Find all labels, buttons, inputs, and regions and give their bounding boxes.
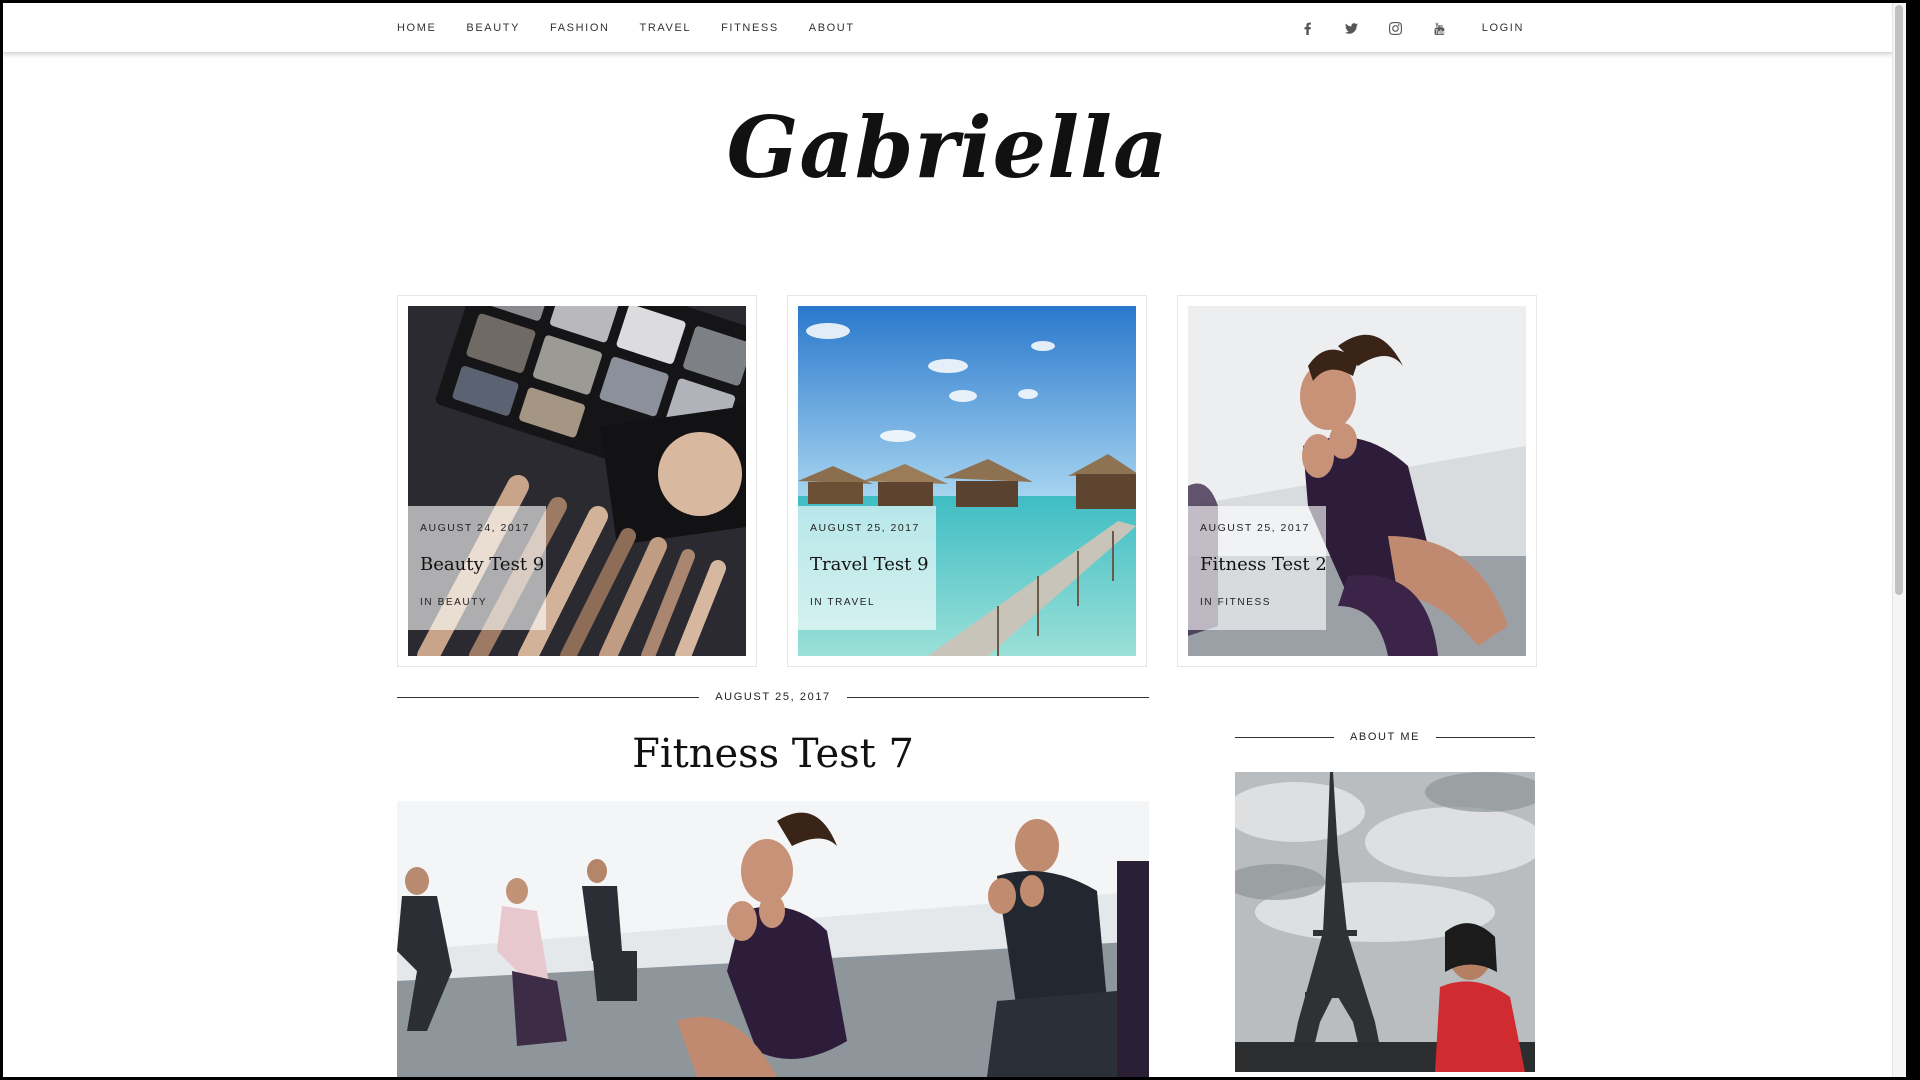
youtube-icon[interactable] — [1432, 20, 1448, 36]
featured-card-beauty[interactable]: AUGUST 24, 2017 Beauty Test 9 IN BEAUTY — [397, 295, 757, 667]
featured-card-travel[interactable]: AUGUST 25, 2017 Travel Test 9 IN TRAVEL — [787, 295, 1147, 667]
card-image: AUGUST 25, 2017 Fitness Test 2 IN FITNES… — [1188, 306, 1526, 656]
nav-about[interactable]: ABOUT — [809, 22, 855, 34]
post-date-divider: AUGUST 25, 2017 — [397, 689, 1150, 705]
facebook-icon[interactable] — [1300, 20, 1316, 36]
main-menu: HOME BEAUTY FASHION TRAVEL FITNESS ABOUT — [397, 3, 885, 53]
post-title[interactable]: Fitness Test 7 — [397, 731, 1149, 777]
about-me-title: ABOUT ME — [1349, 731, 1421, 743]
twitter-icon[interactable] — [1344, 20, 1360, 36]
post-date: AUGUST 25, 2017 — [715, 691, 831, 703]
scrollbar-thumb[interactable] — [1895, 5, 1903, 595]
card-image: AUGUST 25, 2017 Travel Test 9 IN TRAVEL — [798, 306, 1136, 656]
card-category[interactable]: IN FITNESS — [1200, 597, 1314, 608]
divider-line — [397, 696, 700, 698]
nav-fitness[interactable]: FITNESS — [721, 22, 779, 34]
nav-travel[interactable]: TRAVEL — [640, 22, 692, 34]
browser-viewport: HOME BEAUTY FASHION TRAVEL FITNESS ABOUT… — [3, 3, 1906, 1077]
nav-fashion[interactable]: FASHION — [550, 22, 610, 34]
card-category[interactable]: IN TRAVEL — [810, 597, 924, 608]
divider-line — [846, 696, 1150, 698]
card-caption: AUGUST 25, 2017 Fitness Test 2 IN FITNES… — [1188, 506, 1327, 630]
card-date: AUGUST 24, 2017 — [420, 522, 530, 534]
card-title[interactable]: Fitness Test 2 — [1200, 554, 1327, 575]
nav-home[interactable]: HOME — [397, 22, 436, 34]
card-title[interactable]: Beauty Test 9 — [420, 554, 544, 575]
featured-card-fitness[interactable]: AUGUST 25, 2017 Fitness Test 2 IN FITNES… — [1177, 295, 1537, 667]
post-featured-image[interactable] — [397, 801, 1149, 1077]
instagram-icon[interactable] — [1388, 20, 1404, 36]
login-link[interactable]: LOGIN — [1482, 22, 1524, 34]
divider-line — [1235, 736, 1334, 738]
card-category[interactable]: IN BEAUTY — [420, 597, 534, 608]
card-date: AUGUST 25, 2017 — [1200, 522, 1310, 534]
divider-line — [1436, 736, 1535, 738]
sidebar-about-heading: ABOUT ME — [1235, 729, 1535, 745]
top-navigation: HOME BEAUTY FASHION TRAVEL FITNESS ABOUT… — [3, 3, 1892, 53]
card-caption: AUGUST 25, 2017 Travel Test 9 IN TRAVEL — [798, 506, 936, 630]
card-caption: AUGUST 24, 2017 Beauty Test 9 IN BEAUTY — [408, 506, 546, 630]
site-logo[interactable]: Gabriella — [3, 98, 1892, 197]
vertical-scrollbar[interactable] — [1892, 3, 1906, 1077]
nav-beauty[interactable]: BEAUTY — [466, 22, 520, 34]
featured-posts: AUGUST 24, 2017 Beauty Test 9 IN BEAUTY — [397, 295, 1567, 667]
card-image: AUGUST 24, 2017 Beauty Test 9 IN BEAUTY — [408, 306, 746, 656]
card-date: AUGUST 25, 2017 — [810, 522, 920, 534]
about-me-photo — [1235, 772, 1535, 1072]
social-menu: LOGIN — [1272, 3, 1524, 53]
card-title[interactable]: Travel Test 9 — [810, 554, 929, 575]
